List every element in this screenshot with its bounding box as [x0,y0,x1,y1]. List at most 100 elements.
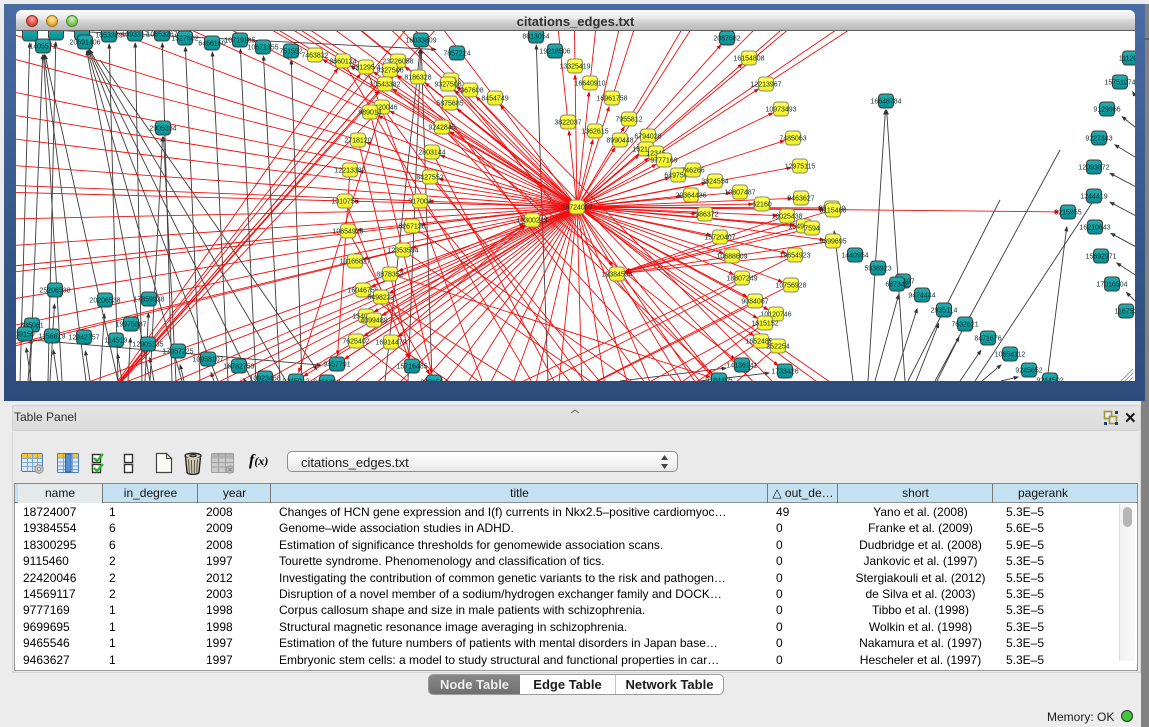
svg-text:1527602: 1527602 [171,36,198,43]
svg-text:20206538: 20206538 [89,298,120,305]
svg-text:5875685: 5875685 [436,101,463,108]
svg-text:17016504: 17016504 [1096,282,1127,289]
svg-text:7463822: 7463822 [301,53,328,60]
svg-text:12093872: 12093872 [1078,165,1109,172]
svg-text:3824554: 3824554 [701,179,728,186]
svg-text:16914479: 16914479 [375,340,406,347]
svg-text:9031504: 9031504 [420,380,447,382]
svg-text:19975887: 19975887 [115,322,146,329]
svg-text:9244502: 9244502 [1036,378,1063,382]
svg-text:9777169: 9777169 [650,158,677,165]
svg-text:9129966: 9129966 [1093,107,1120,114]
svg-text:9327506: 9327506 [376,68,403,75]
svg-text:15720407: 15720407 [704,235,735,242]
svg-text:10719185: 10719185 [224,38,255,45]
svg-text:4099489: 4099489 [360,318,387,325]
svg-text:2935114: 2935114 [931,308,958,315]
svg-text:8990448: 8990448 [606,138,633,145]
svg-text:9115460: 9115460 [820,208,847,215]
svg-text:8471676: 8471676 [974,336,1001,343]
svg-text:20364436: 20364436 [675,193,706,200]
svg-text:16648784: 16648784 [870,99,901,106]
svg-text:6794028: 6794028 [634,134,661,141]
svg-text:1244419: 1244419 [1080,194,1107,201]
svg-text:12942757: 12942757 [68,335,99,342]
svg-text:19654923: 19654923 [779,253,810,260]
svg-text:12213967: 12213967 [750,82,781,89]
svg-text:2718120: 2718120 [344,138,371,145]
svg-text:17859938: 17859938 [133,297,164,304]
svg-text:1653389: 1653389 [95,33,122,40]
svg-text:16154808: 16154808 [733,56,764,63]
svg-text:10654112: 10654112 [995,352,1026,359]
svg-text:10543382: 10543382 [369,82,400,89]
svg-text:8454749: 8454749 [481,96,508,103]
svg-text:3822037: 3822037 [554,120,581,127]
svg-text:16640910: 16640910 [574,81,605,88]
svg-text:989014: 989014 [358,110,381,117]
svg-text:12975115: 12975115 [785,164,816,171]
svg-text:8861402: 8861402 [313,380,340,382]
svg-text:7986372: 7986372 [691,212,718,219]
svg-text:3215955: 3215955 [1054,210,1081,217]
svg-text:10756928: 10756928 [775,283,806,290]
svg-text:7632621: 7632621 [951,322,978,329]
svg-text:25206538: 25206538 [39,288,70,295]
svg-text:6466160: 6466160 [198,41,225,48]
svg-text:14136141: 14136141 [726,363,757,370]
svg-text:19384554: 19384554 [601,272,632,279]
svg-text:687342: 687342 [885,282,908,289]
svg-text:18807249: 18807249 [726,276,757,283]
svg-text:16961758: 16961758 [596,96,627,103]
svg-text:1156819: 1156819 [39,334,66,341]
svg-text:9474444: 9474444 [908,293,935,300]
svg-text:9699695: 9699695 [819,239,846,246]
svg-text:10973493: 10973493 [765,107,796,114]
svg-text:116753: 116753 [1115,309,1135,316]
svg-text:12905135: 12905135 [132,342,163,349]
svg-text:17957225: 17957225 [162,349,193,356]
svg-text:2087682: 2087682 [713,36,740,43]
svg-text:16033809: 16033809 [405,38,436,45]
svg-text:9227343: 9227343 [1085,136,1112,143]
svg-text:9457791: 9457791 [323,362,350,369]
svg-text:10688609: 10688609 [716,254,747,261]
svg-text:10654925: 10654925 [332,229,363,236]
svg-text:10807487: 10807487 [724,190,755,197]
svg-text:1615152: 1615152 [751,321,778,328]
svg-text:7485063: 7485063 [779,136,806,143]
svg-text:9463627: 9463627 [787,196,814,203]
svg-text:8878352: 8878352 [376,272,403,279]
svg-text:114519: 114519 [105,338,128,345]
svg-text:2803144: 2803144 [418,150,445,157]
svg-text:13325419: 13325419 [559,64,590,71]
svg-text:5938923: 5938923 [864,266,891,273]
svg-text:16210643: 16210643 [1079,225,1110,232]
svg-text:16782759: 16782759 [223,364,254,371]
svg-text:19218506: 19218506 [539,49,570,56]
svg-text:7857224: 7857224 [443,51,470,58]
svg-text:9084067: 9084067 [741,299,768,306]
svg-text:15716485: 15716485 [396,364,427,371]
svg-text:8267130: 8267130 [398,224,425,231]
svg-text:12353594: 12353594 [387,248,418,255]
svg-text:5498222: 5498222 [367,295,394,302]
svg-text:1093317: 1093317 [121,32,148,39]
svg-text:2905334: 2905334 [149,126,176,133]
svg-text:751552: 751552 [279,49,302,56]
svg-text:9184405: 9184405 [705,378,732,382]
svg-text:9245012: 9245012 [282,379,309,382]
svg-text:12213382: 12213382 [334,168,365,175]
svg-text:1440954: 1440954 [841,253,868,260]
svg-text:15300213: 15300213 [516,218,547,225]
svg-text:8186328: 8186328 [404,75,431,82]
svg-text:1010755: 1010755 [331,199,358,206]
svg-text:8427552: 8427552 [416,175,443,182]
svg-text:10923468: 10923468 [249,376,280,382]
svg-text:19166827: 19166827 [339,259,370,266]
svg-text:9242845: 9242845 [428,125,455,132]
svg-text:2367608: 2367608 [456,88,483,95]
svg-text:39159: 39159 [16,332,35,339]
svg-text:10958107: 10958107 [192,357,223,364]
svg-text:252254: 252254 [766,344,789,351]
